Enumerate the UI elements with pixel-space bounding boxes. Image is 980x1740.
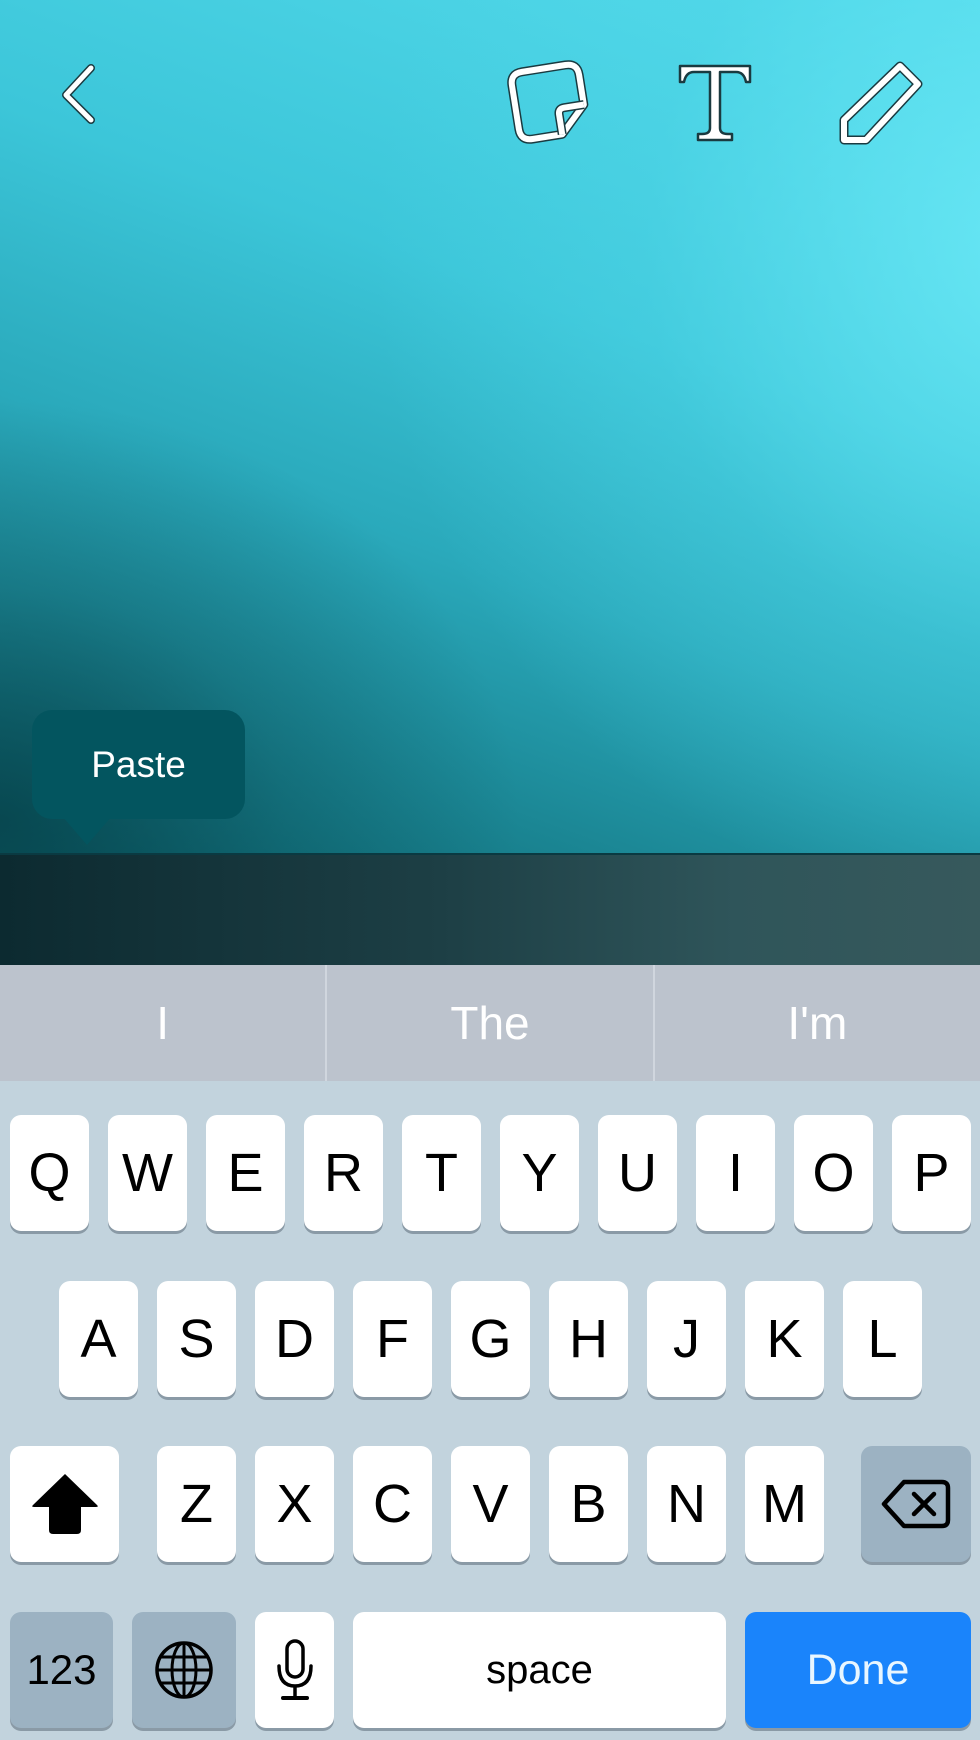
text-T-icon: [678, 64, 752, 142]
paste-label: Paste: [91, 743, 186, 785]
key-l[interactable]: L: [843, 1281, 922, 1397]
caption-text-field[interactable]: [0, 853, 980, 965]
key-j[interactable]: J: [647, 1281, 726, 1397]
key-p[interactable]: P: [892, 1115, 971, 1231]
dictation-key[interactable]: [255, 1612, 334, 1728]
sticker-icon: [507, 60, 589, 144]
key-h[interactable]: H: [549, 1281, 628, 1397]
pencil-icon: [839, 61, 923, 145]
key-y[interactable]: Y: [500, 1115, 579, 1231]
back-button[interactable]: [58, 62, 100, 124]
key-q[interactable]: Q: [10, 1115, 89, 1231]
key-e[interactable]: E: [206, 1115, 285, 1231]
text-tool-button[interactable]: [676, 62, 754, 142]
key-z[interactable]: Z: [157, 1446, 236, 1562]
suggestion-item[interactable]: I'm: [652, 965, 980, 1081]
suggestion-item[interactable]: I: [0, 965, 325, 1081]
paste-bubble-tail: [62, 816, 112, 845]
keyboard: Q W E R T Y U I O P A S D F G H J K L Z …: [0, 1081, 980, 1740]
key-u[interactable]: U: [598, 1115, 677, 1231]
done-button[interactable]: Done: [745, 1612, 971, 1728]
shift-arrow-icon: [31, 1474, 98, 1534]
predictive-bar: I The I'm: [0, 965, 980, 1081]
globe-icon: [155, 1641, 213, 1699]
microphone-icon: [276, 1639, 313, 1700]
delete-key[interactable]: [861, 1446, 971, 1562]
key-n[interactable]: N: [647, 1446, 726, 1562]
key-v[interactable]: V: [451, 1446, 530, 1562]
key-d[interactable]: D: [255, 1281, 334, 1397]
numbers-key[interactable]: 123: [10, 1612, 113, 1728]
sticker-button[interactable]: [505, 58, 593, 146]
key-b[interactable]: B: [549, 1446, 628, 1562]
chevron-left-icon: [62, 64, 95, 124]
key-w[interactable]: W: [108, 1115, 187, 1231]
paste-menu-item[interactable]: Paste: [32, 710, 245, 819]
shift-key[interactable]: [10, 1446, 119, 1562]
key-a[interactable]: A: [59, 1281, 138, 1397]
key-x[interactable]: X: [255, 1446, 334, 1562]
key-r[interactable]: R: [304, 1115, 383, 1231]
key-g[interactable]: G: [451, 1281, 530, 1397]
key-o[interactable]: O: [794, 1115, 873, 1231]
key-i[interactable]: I: [696, 1115, 775, 1231]
draw-button[interactable]: [836, 60, 924, 148]
key-s[interactable]: S: [157, 1281, 236, 1397]
suggestion-item[interactable]: The: [325, 965, 652, 1081]
key-f[interactable]: F: [353, 1281, 432, 1397]
key-k[interactable]: K: [745, 1281, 824, 1397]
space-key[interactable]: space: [353, 1612, 726, 1728]
backspace-icon: [881, 1479, 951, 1529]
globe-key[interactable]: [132, 1612, 236, 1728]
key-m[interactable]: M: [745, 1446, 824, 1562]
key-c[interactable]: C: [353, 1446, 432, 1562]
key-t[interactable]: T: [402, 1115, 481, 1231]
